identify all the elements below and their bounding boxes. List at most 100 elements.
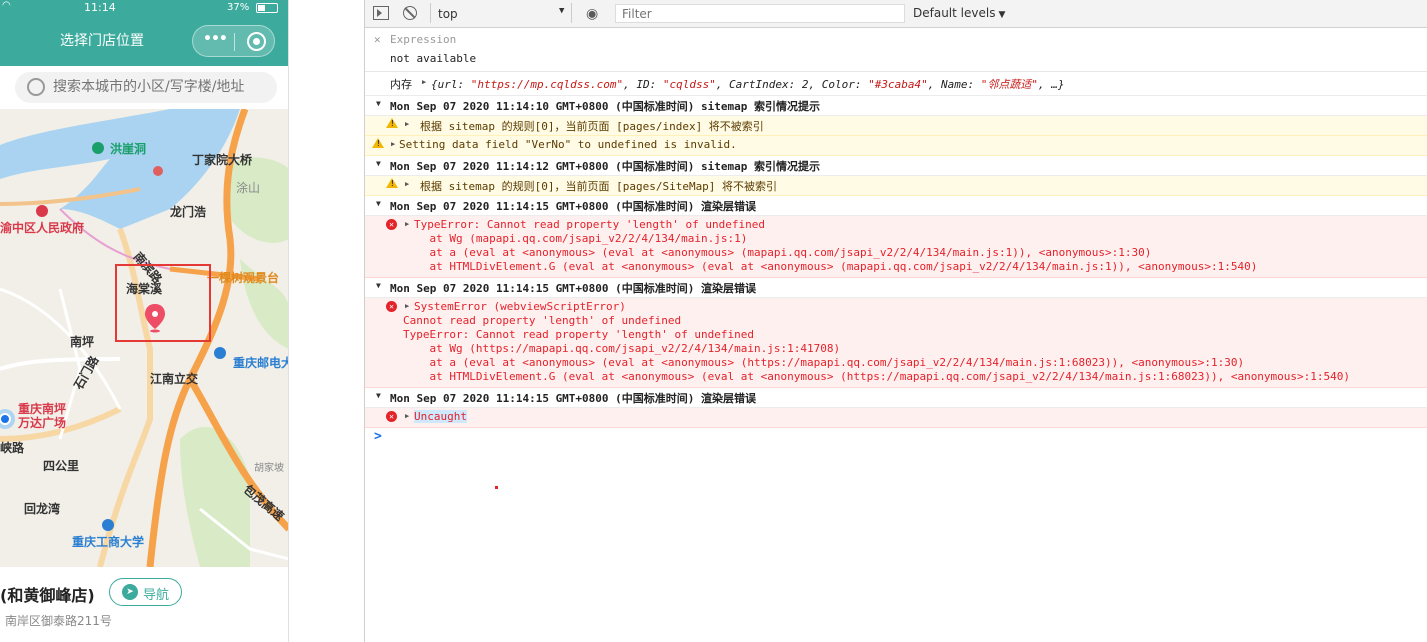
- map-view[interactable]: 洪崖洞 丁家院大桥 涂山 龙门浩 渝中区人民政府 海棠溪 一棵树观景台 南坪 重…: [0, 109, 288, 567]
- clear-console-icon[interactable]: [403, 6, 417, 20]
- warning-icon: [386, 178, 398, 188]
- map-label: 四公里: [43, 459, 80, 473]
- log-group-header[interactable]: ▼ Mon Sep 07 2020 11:14:12 GMT+0800 (中国标…: [365, 156, 1427, 176]
- log-levels-dropdown[interactable]: Default levels ▼: [913, 6, 1005, 20]
- collapse-triangle-icon[interactable]: ▼: [376, 391, 381, 400]
- map-label: 万达广场: [18, 416, 67, 430]
- obj-color: "#3caba4": [868, 78, 928, 91]
- log-group-header[interactable]: ▼ Mon Sep 07 2020 11:14:15 GMT+0800 (中国标…: [365, 196, 1427, 216]
- map-label: 回龙湾: [24, 502, 61, 516]
- map-label: 重庆工商大学: [72, 535, 145, 549]
- park-area-3: [180, 426, 250, 567]
- warning-icon: [386, 118, 398, 128]
- log-levels-label: Default levels: [913, 6, 996, 20]
- log-message: Uncaught: [414, 410, 467, 423]
- log-group-header[interactable]: ▼ Mon Sep 07 2020 11:14:15 GMT+0800 (中国标…: [365, 278, 1427, 298]
- stack-frame[interactable]: at HTMLDivElement.G (eval at <anonymous>…: [403, 260, 1257, 273]
- expand-caret-icon[interactable]: ▶: [391, 140, 395, 148]
- live-expression-eye-icon[interactable]: ◉: [586, 6, 598, 22]
- obj-part: , ID:: [623, 78, 663, 91]
- log-line-error: ✕ ▶ Uncaught: [365, 408, 1427, 428]
- map-label: 丁家院大桥: [192, 153, 253, 167]
- stack-frame[interactable]: at Wg (https://mapapi.qq.com/jsapi_v2/2/…: [403, 342, 840, 355]
- search-box[interactable]: [15, 72, 277, 103]
- context-select[interactable]: top ▼: [430, 3, 572, 23]
- map-label: 南坪: [70, 335, 95, 349]
- log-message: SystemError (webviewScriptError): [414, 300, 626, 313]
- obj-part: , CartIndex: 2, Color:: [715, 78, 869, 91]
- phone-simulator: ◠ 11:14 37% 选择门店位置 ••• 搜索本城市的小区/写字楼/地址 洪…: [0, 0, 289, 642]
- obj-url: "https://mp.cqldss.com": [470, 78, 624, 91]
- obj-part: {url:: [431, 78, 471, 91]
- expand-caret-icon[interactable]: ▶: [422, 78, 426, 86]
- log-object[interactable]: {url: "https://mp.cqldss.com", ID: "cqld…: [431, 76, 1064, 92]
- expression-value: not available: [390, 52, 477, 65]
- menu-capsule: •••: [192, 25, 275, 57]
- obj-part: , …}: [1037, 78, 1065, 91]
- log-message: 根据 sitemap 的规则[0]，当前页面 [pages/index] 将不被…: [420, 120, 764, 133]
- page-title: 选择门店位置: [60, 33, 144, 49]
- expression-name[interactable]: Expression: [390, 33, 456, 46]
- store-address: 南岸区御泰路211号: [5, 614, 112, 628]
- cursor-dot: [495, 486, 498, 489]
- search-row: [0, 66, 288, 109]
- map-label: 峡路: [0, 441, 25, 455]
- map-label: 一棵树观景台: [207, 271, 280, 285]
- compass-icon: ➤: [122, 584, 138, 600]
- log-line-warning: ▶ Setting data field "VerNo" to undefine…: [365, 136, 1427, 156]
- map-label: 龙门浩: [170, 205, 207, 219]
- warning-icon: [372, 138, 384, 148]
- more-icon[interactable]: •••: [203, 31, 228, 47]
- collapse-triangle-icon[interactable]: ▼: [376, 199, 381, 208]
- expand-caret-icon[interactable]: ▶: [405, 302, 409, 310]
- stack-line: Cannot read property 'length' of undefin…: [403, 314, 682, 327]
- nav-bar: 选择门店位置 •••: [0, 16, 288, 66]
- road-7: [0, 287, 122, 410]
- expand-caret-icon[interactable]: ▶: [405, 120, 409, 128]
- expand-caret-icon[interactable]: ▶: [405, 220, 409, 228]
- caret-down-icon: ▼: [998, 10, 1006, 20]
- log-message: 根据 sitemap 的规则[0]，当前页面 [pages/SiteMap] 将…: [420, 180, 778, 193]
- log-group-header[interactable]: ▼ Mon Sep 07 2020 11:14:10 GMT+0800 (中国标…: [365, 96, 1427, 116]
- error-icon: ✕: [386, 301, 397, 312]
- log-group-title: Mon Sep 07 2020 11:14:15 GMT+0800 (中国标准时…: [390, 282, 757, 295]
- stack-frame[interactable]: at Wg (mapapi.qq.com/jsapi_v2/2/4/134/ma…: [403, 232, 747, 245]
- store-name: (和黄御峰店): [0, 586, 95, 605]
- log-group-title: Mon Sep 07 2020 11:14:15 GMT+0800 (中国标准时…: [390, 200, 757, 213]
- stack-frame[interactable]: at HTMLDivElement.G (eval at <anonymous>…: [403, 370, 1350, 383]
- console-toolbar: top ▼ ◉ Default levels▼: [365, 0, 1427, 28]
- search-input[interactable]: [53, 79, 273, 95]
- obj-id: "cqldss": [662, 78, 716, 91]
- remove-expression-icon[interactable]: ✕: [374, 33, 381, 46]
- map-label: 胡家坡: [254, 463, 284, 474]
- filter-input[interactable]: [615, 4, 905, 23]
- sidebar-toggle-icon[interactable]: [373, 6, 389, 20]
- collapse-triangle-icon[interactable]: ▼: [376, 281, 381, 290]
- collapse-triangle-icon[interactable]: ▼: [376, 159, 381, 168]
- log-label: 内存: [390, 78, 412, 91]
- devtools-console: top ▼ ◉ Default levels▼ ✕ Expression not…: [364, 0, 1427, 642]
- map-label: 洪崖洞: [110, 142, 147, 156]
- map-label: 渝中区人民政府: [0, 221, 85, 235]
- error-icon: ✕: [386, 219, 397, 230]
- log-line-memory: 内存 ▶ {url: "https://mp.cqldss.com", ID: …: [365, 74, 1427, 96]
- navigate-button[interactable]: ➤ 导航: [109, 578, 182, 606]
- capsule-divider: [234, 33, 235, 51]
- console-prompt[interactable]: >: [374, 429, 382, 444]
- log-group-title: Mon Sep 07 2020 11:14:10 GMT+0800 (中国标准时…: [390, 100, 821, 113]
- close-miniprogram-icon[interactable]: [247, 32, 266, 51]
- error-icon: ✕: [386, 411, 397, 422]
- stack-frame[interactable]: at a (eval at <anonymous> (eval at <anon…: [403, 246, 1151, 259]
- live-expression: ✕ Expression not available: [365, 29, 1427, 72]
- obj-part: , Name:: [927, 78, 981, 91]
- expand-caret-icon[interactable]: ▶: [405, 412, 409, 420]
- store-info-panel: (和黄御峰店) ➤ 导航 南岸区御泰路211号: [0, 567, 288, 642]
- log-group-header[interactable]: ▼ Mon Sep 07 2020 11:14:15 GMT+0800 (中国标…: [365, 388, 1427, 408]
- stack-frame[interactable]: at a (eval at <anonymous> (eval at <anon…: [403, 356, 1244, 369]
- expand-caret-icon[interactable]: ▶: [405, 180, 409, 188]
- log-line-warning: ▶ 根据 sitemap 的规则[0]，当前页面 [pages/SiteMap]…: [365, 176, 1427, 196]
- dropdown-arrow-icon: ▼: [559, 6, 565, 16]
- wifi-icon: ◠: [2, 0, 11, 11]
- collapse-triangle-icon[interactable]: ▼: [376, 99, 381, 108]
- log-line-error: ✕ ▶ TypeError: Cannot read property 'len…: [365, 216, 1427, 278]
